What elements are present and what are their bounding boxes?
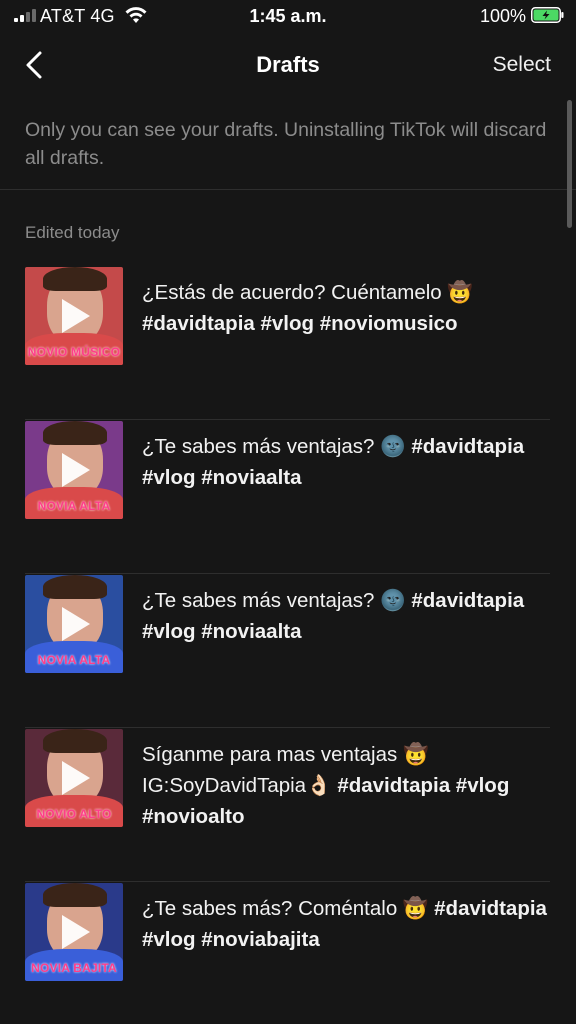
- draft-item[interactable]: NOVIA ALTA ¿Te sabes más ventajas? 🌚 #dav…: [25, 421, 550, 574]
- thumbnail-caption: NOVIA ALTA: [37, 499, 111, 513]
- draft-item[interactable]: NOVIA BAJITA ¿Te sabes más? Coméntalo 🤠 #…: [25, 883, 550, 1024]
- battery-percent: 100%: [479, 6, 526, 26]
- thumbnail-caption: NOVIO MÚSICO: [27, 345, 121, 359]
- draft-hashtags: #davidtapia #vlog #noviomusico: [142, 312, 458, 335]
- page-title: Drafts: [256, 52, 320, 77]
- thumbnail-caption: NOVIA ALTA: [37, 653, 111, 667]
- draft-text: ¿Te sabes más? Coméntalo 🤠: [142, 897, 429, 920]
- draft-thumbnail[interactable]: NOVIA BAJITA: [25, 883, 123, 981]
- draft-item[interactable]: NOVIO ALTO Síganme para mas ventajas 🤠 IG…: [25, 729, 550, 882]
- section-label: Edited today: [25, 223, 120, 242]
- thumbnail-caption: NOVIO ALTO: [36, 807, 112, 821]
- drafts-notice: Only you can see your drafts. Uninstalli…: [25, 119, 547, 169]
- play-icon[interactable]: [62, 761, 90, 795]
- draft-text: ¿Estás de acuerdo? Cuéntamelo 🤠: [142, 281, 473, 304]
- play-icon[interactable]: [62, 453, 90, 487]
- play-icon[interactable]: [62, 607, 90, 641]
- draft-description: ¿Te sabes más ventajas? 🌚 #davidtapia #v…: [142, 585, 552, 647]
- thumbnail-hair: [43, 575, 107, 599]
- draft-thumbnail[interactable]: NOVIO ALTO: [25, 729, 123, 827]
- draft-text: ¿Te sabes más ventajas? 🌚: [142, 435, 406, 458]
- battery-icon: [531, 7, 564, 23]
- select-button[interactable]: Select: [493, 53, 551, 77]
- thumbnail-hair: [43, 729, 107, 753]
- thumbnail-caption: NOVIA BAJITA: [31, 961, 117, 975]
- play-icon[interactable]: [62, 915, 90, 949]
- draft-description: ¿Te sabes más ventajas? 🌚 #davidtapia #v…: [142, 431, 552, 493]
- draft-thumbnail[interactable]: NOVIO MÚSICO: [25, 267, 123, 365]
- nav-header: Drafts Select: [0, 34, 576, 94]
- draft-text: ¿Te sabes más ventajas? 🌚: [142, 589, 406, 612]
- thumbnail-hair: [43, 421, 107, 445]
- draft-item[interactable]: NOVIA ALTA ¿Te sabes más ventajas? 🌚 #dav…: [25, 575, 550, 728]
- scrollbar[interactable]: [567, 100, 572, 228]
- draft-description: Síganme para mas ventajas 🤠 IG:SoyDavidT…: [142, 739, 552, 832]
- draft-thumbnail[interactable]: NOVIA ALTA: [25, 421, 123, 519]
- draft-description: ¿Estás de acuerdo? Cuéntamelo 🤠 #davidta…: [142, 277, 552, 339]
- draft-item[interactable]: NOVIO MÚSICO ¿Estás de acuerdo? Cuéntamel…: [25, 267, 550, 420]
- draft-thumbnail[interactable]: NOVIA ALTA: [25, 575, 123, 673]
- status-bar: AT&T 4G 1:45 a.m. 100%: [0, 0, 576, 34]
- draft-description: ¿Te sabes más? Coméntalo 🤠 #davidtapia #…: [142, 893, 552, 955]
- thumbnail-hair: [43, 267, 107, 291]
- play-icon[interactable]: [62, 299, 90, 333]
- divider: [0, 189, 576, 190]
- thumbnail-hair: [43, 883, 107, 907]
